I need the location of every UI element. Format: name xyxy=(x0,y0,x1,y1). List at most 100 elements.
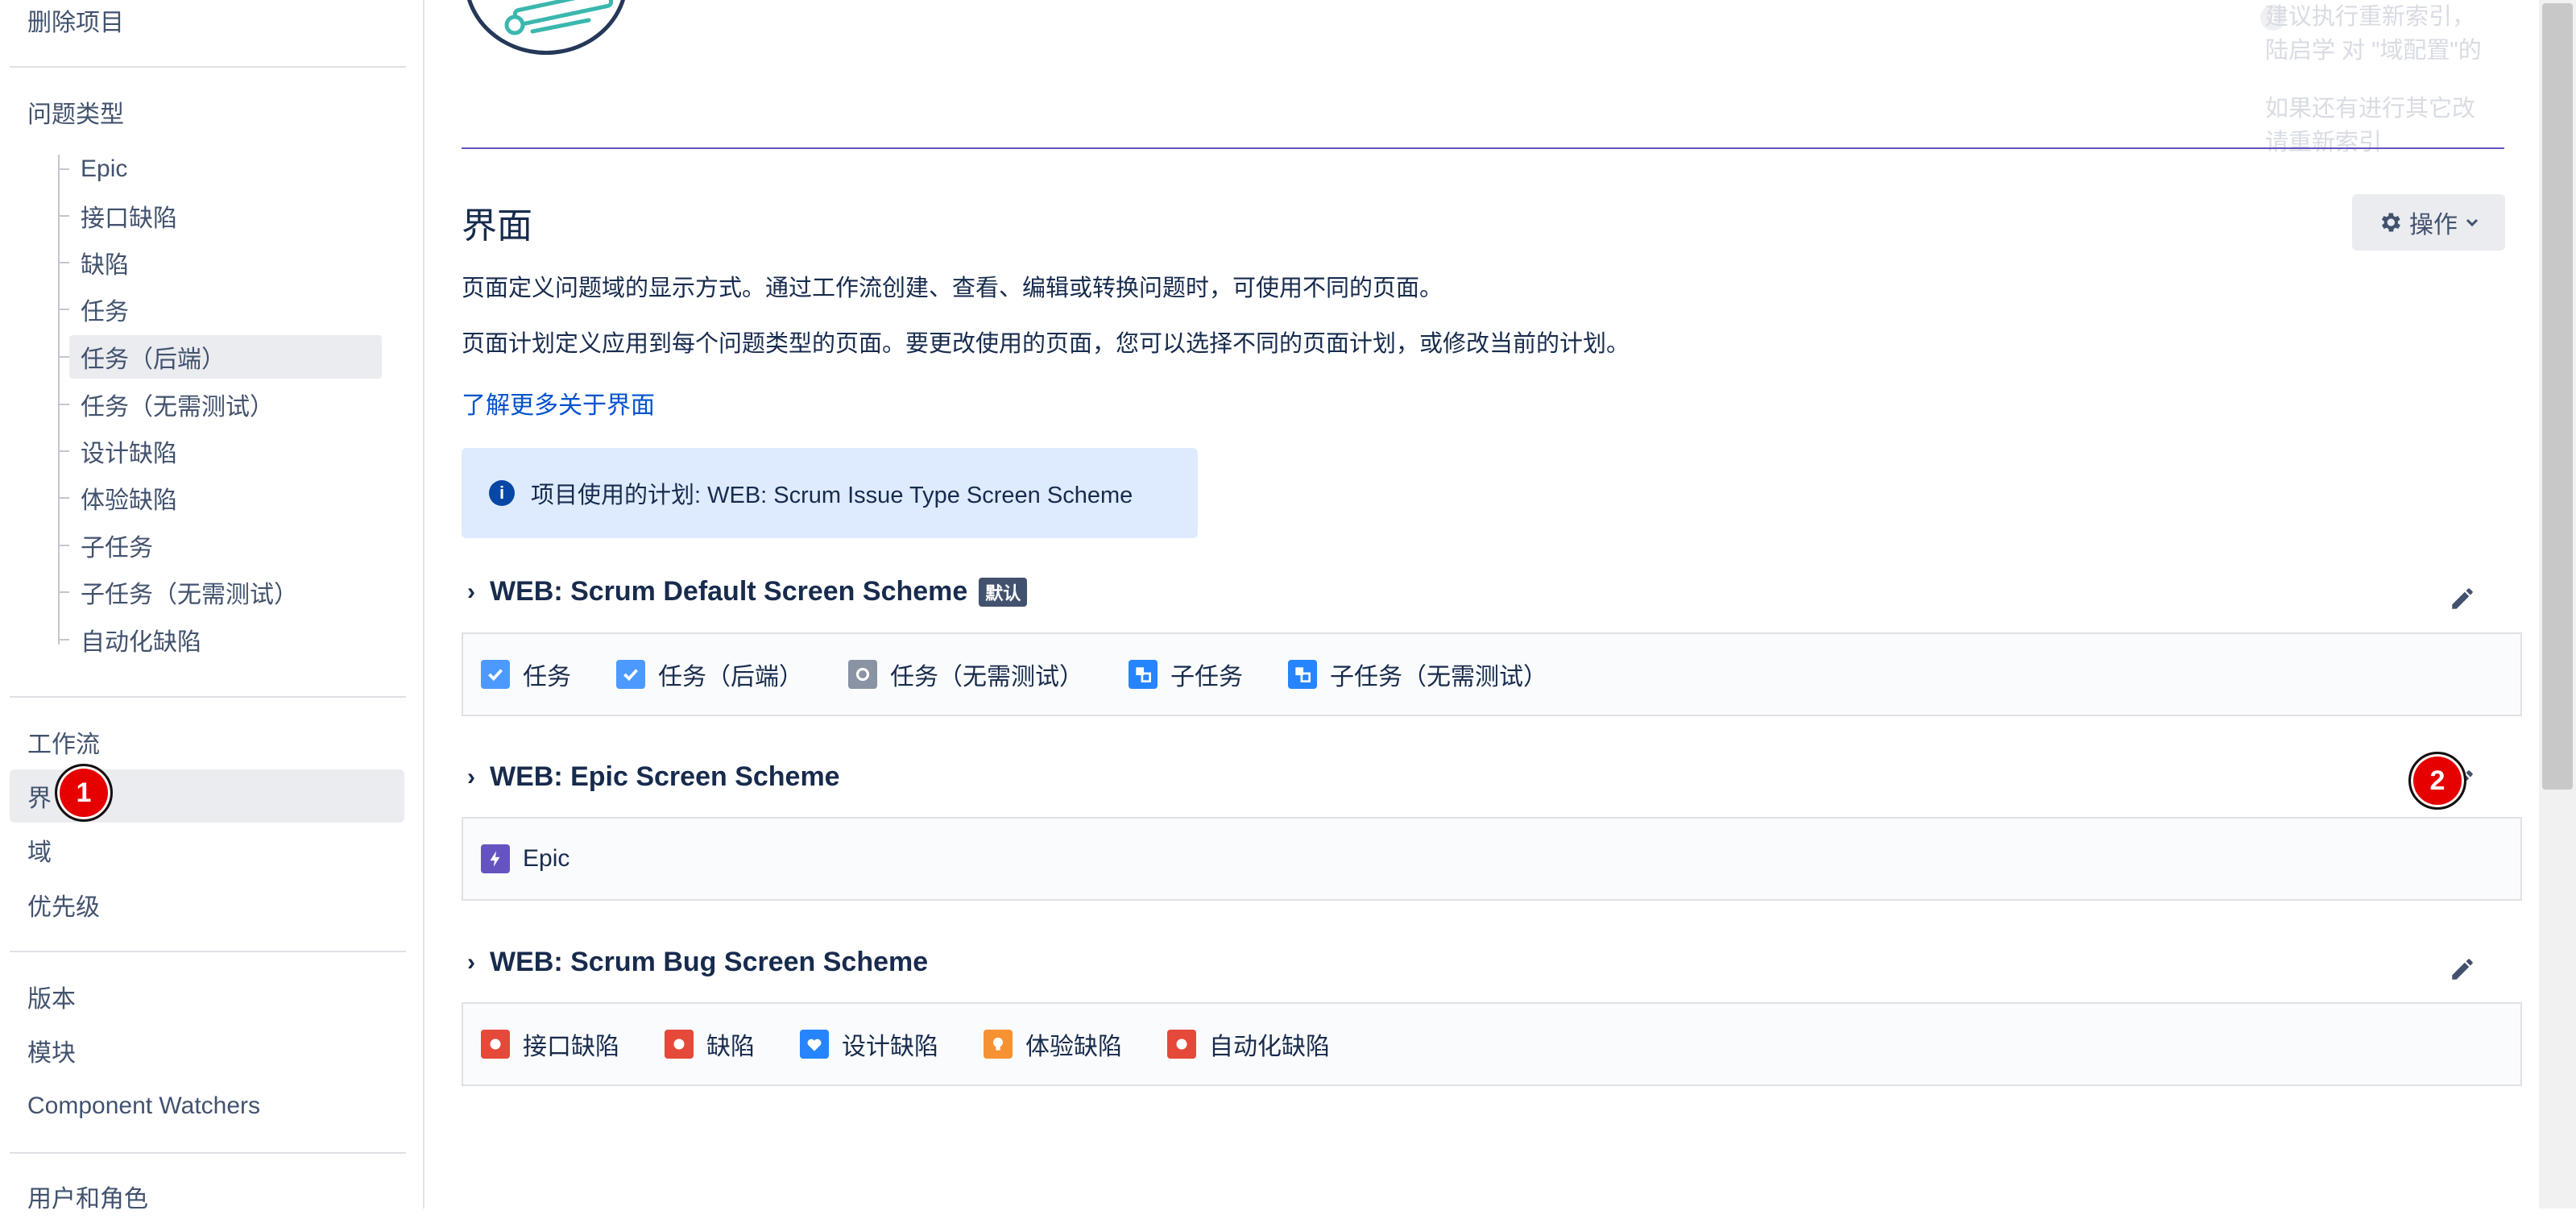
issue-type-chip: 子任务 xyxy=(1129,657,1243,692)
sidebar-item-components[interactable]: 模块 xyxy=(10,1024,404,1077)
sidebar-item-label: 问题类型 xyxy=(27,102,124,128)
sidebar-issue-type-subtask[interactable]: 子任务 xyxy=(58,524,382,567)
chevron-right-icon: › xyxy=(467,763,475,790)
notice-text: 如果还有进行其它改 xyxy=(2265,96,2476,122)
sidebar-item-users-roles[interactable]: 用户和角色 xyxy=(10,1170,404,1223)
sidebar-divider xyxy=(10,951,406,952)
sidebar-issue-type-design-bug[interactable]: 设计缺陷 xyxy=(58,429,382,473)
page-title: 界面 xyxy=(462,206,532,246)
sidebar-item-delete-project[interactable]: 删除项目 xyxy=(10,0,404,47)
sidebar-item-label: 任务（无需测试） xyxy=(81,394,274,421)
sidebar-divider xyxy=(10,1152,406,1154)
scheme-toggle-default[interactable]: › WEB: Scrum Default Screen Scheme 默认 xyxy=(467,576,1028,607)
scheme-issue-types-bug: 接口缺陷 缺陷 设计缺陷 体验缺陷 自动化缺陷 xyxy=(462,1002,2522,1086)
screen-scheme-description: 页面计划定义应用到每个问题类型的页面。要更改使用的页面，您可以选择不同的页面计划… xyxy=(462,331,1630,357)
issue-type-chip: 任务 xyxy=(481,657,571,692)
scheme-name: WEB: Scrum Bug Screen Scheme xyxy=(490,947,929,977)
issue-type-chip: 体验缺陷 xyxy=(984,1026,1122,1062)
scheme-toggle-epic[interactable]: › WEB: Epic Screen Scheme xyxy=(467,761,840,793)
bug-icon xyxy=(665,1030,694,1059)
sidebar-item-versions[interactable]: 版本 xyxy=(10,970,404,1023)
sidebar-item-label: Component Watchers xyxy=(27,1092,261,1119)
issue-type-label: 任务（后端） xyxy=(658,664,803,690)
scheme-info-message: i 项目使用的计划: WEB: Scrum Issue Type Screen … xyxy=(462,448,1198,538)
sidebar-item-label: 界 xyxy=(27,786,52,812)
task-icon xyxy=(616,660,645,689)
sidebar-item-component-watchers[interactable]: Component Watchers xyxy=(10,1080,404,1133)
sidebar-item-label: 接口缺陷 xyxy=(81,205,177,232)
chevron-down-icon xyxy=(2466,218,2479,227)
project-avatar-art xyxy=(504,0,614,35)
sidebar-item-label: Epic xyxy=(81,155,128,182)
sidebar-divider xyxy=(10,66,406,68)
issue-type-label: 子任务（无需测试） xyxy=(1330,664,1547,690)
issue-type-chip: 子任务（无需测试） xyxy=(1288,657,1547,692)
sidebar-issue-type-epic[interactable]: Epic xyxy=(58,147,382,191)
issue-type-label: Epic xyxy=(523,845,570,872)
scrollbar-thumb[interactable] xyxy=(2542,3,2573,790)
lightbulb-icon xyxy=(984,1030,1013,1059)
reindex-notice: 建议执行重新索引， 陆启学 对 "域配置"的 如果还有进行其它改 请重新索引 xyxy=(2265,0,2539,161)
issue-type-label: 自动化缺陷 xyxy=(1209,1034,1330,1060)
sidebar-issue-type-task-backend[interactable]: 任务（后端） xyxy=(58,335,382,379)
sidebar-issue-type-task-no-test[interactable]: 任务（无需测试） xyxy=(58,383,382,426)
design-bug-heart-icon xyxy=(800,1030,829,1059)
issue-type-chip: 自动化缺陷 xyxy=(1167,1026,1330,1062)
issue-type-chip: 任务（后端） xyxy=(616,657,803,692)
operations-button-label: 操作 xyxy=(2409,212,2458,238)
scheme-issue-types-default: 任务 任务（后端） 任务（无需测试） 子任务 子任务（无需测试） xyxy=(462,632,2522,716)
default-badge: 默认 xyxy=(979,577,1028,607)
bug-icon xyxy=(481,1030,510,1059)
annotation-marker-2: 2 xyxy=(2408,752,2466,810)
sidebar-item-priorities[interactable]: 优先级 xyxy=(10,878,404,931)
sidebar-item-label: 用户和角色 xyxy=(27,1186,148,1213)
issue-type-label: 子任务 xyxy=(1170,664,1243,690)
notice-text: 建议执行重新索引， xyxy=(2265,4,2476,30)
sidebar-issue-type-ux-bug[interactable]: 体验缺陷 xyxy=(58,476,382,520)
screens-description: 页面定义问题域的显示方式。通过工作流创建、查看、编辑或转换问题时，可使用不同的页… xyxy=(462,276,1443,301)
sidebar-item-label: 任务 xyxy=(81,299,129,325)
gear-icon xyxy=(2381,213,2400,232)
chevron-right-icon: › xyxy=(467,578,475,605)
sidebar-item-label: 域 xyxy=(27,840,52,866)
sidebar-item-label: 任务（后端） xyxy=(69,335,382,379)
issue-type-chip: 设计缺陷 xyxy=(800,1026,938,1062)
chevron-right-icon: › xyxy=(467,948,475,976)
operations-button[interactable]: 操作 xyxy=(2352,194,2505,251)
sidebar-issue-type-bug[interactable]: 缺陷 xyxy=(58,241,382,284)
issue-type-chip: 接口缺陷 xyxy=(481,1026,619,1062)
issue-type-chip: Epic xyxy=(481,844,569,873)
issue-type-label: 体验缺陷 xyxy=(1025,1034,1122,1060)
task-icon xyxy=(481,660,510,689)
edit-pencil-icon[interactable] xyxy=(2449,956,2476,983)
notice-text: 陆启学 对 "域配置"的 xyxy=(2265,38,2482,64)
sidebar-item-label: 体验缺陷 xyxy=(81,487,177,514)
bug-icon xyxy=(1167,1030,1196,1059)
sidebar-item-workflow[interactable]: 工作流 xyxy=(10,715,404,769)
issue-type-label: 接口缺陷 xyxy=(523,1034,619,1060)
sidebar-item-issue-types[interactable]: 问题类型 xyxy=(10,85,404,139)
annotation-marker-1: 1 xyxy=(55,764,113,822)
project-avatar xyxy=(464,0,628,55)
sidebar-item-label: 删除项目 xyxy=(27,10,124,36)
sidebar-issue-type-task[interactable]: 任务 xyxy=(58,288,382,331)
page-scrollbar[interactable] xyxy=(2539,0,2576,1208)
scheme-name: WEB: Epic Screen Scheme xyxy=(490,761,840,792)
sidebar-item-label: 自动化缺陷 xyxy=(81,629,201,656)
issue-type-label: 缺陷 xyxy=(706,1034,755,1060)
subtask-icon xyxy=(1129,660,1158,689)
test-task-icon xyxy=(848,660,877,689)
sidebar-item-fields[interactable]: 域 xyxy=(10,823,404,877)
sidebar-issue-type-automation-bug[interactable]: 自动化缺陷 xyxy=(58,618,382,661)
sidebar-divider xyxy=(10,696,406,698)
sidebar-item-label: 模块 xyxy=(27,1040,76,1067)
edit-pencil-icon[interactable] xyxy=(2449,585,2476,612)
scheme-toggle-bug[interactable]: › WEB: Scrum Bug Screen Scheme xyxy=(467,947,928,978)
notice-text: 请重新索引 xyxy=(2265,130,2383,155)
learn-more-link[interactable]: 了解更多关于界面 xyxy=(462,385,655,421)
sidebar-item-label: 缺陷 xyxy=(81,252,129,279)
sidebar-issue-type-api-bug[interactable]: 接口缺陷 xyxy=(58,194,382,238)
sidebar-issue-type-subtask-no-test[interactable]: 子任务（无需测试） xyxy=(58,570,382,614)
epic-lightning-icon xyxy=(481,844,510,873)
sidebar-item-label: 子任务（无需测试） xyxy=(81,582,298,608)
